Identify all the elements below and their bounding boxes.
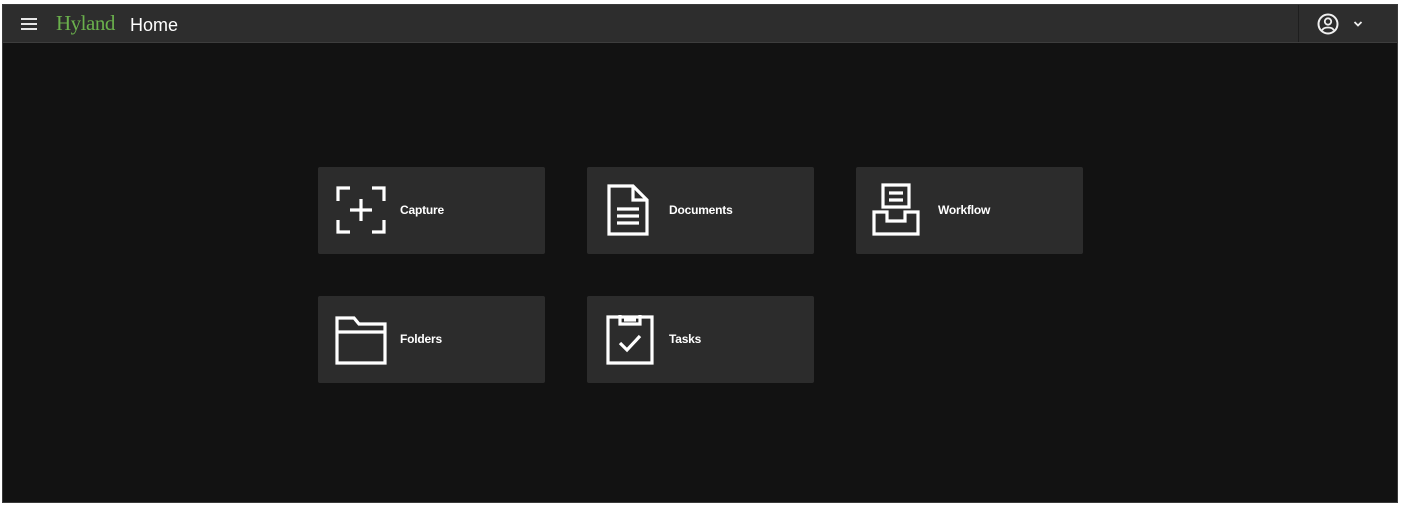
tile-label: Folders (400, 332, 442, 346)
tile-label: Tasks (669, 332, 702, 346)
page-title: Home (130, 15, 179, 35)
chevron-down-icon (1353, 21, 1363, 27)
tile-documents[interactable]: Documents (587, 167, 814, 254)
app-window: Hyland Home Capture Documents Workflow F… (2, 4, 1398, 503)
tile-label: Workflow (938, 203, 991, 217)
tile-capture[interactable]: Capture (318, 167, 545, 254)
hamburger-icon (21, 18, 37, 30)
user-menu-button[interactable] (1298, 5, 1397, 42)
document-icon (607, 184, 649, 236)
inbox-tray-icon (872, 183, 920, 236)
tile-label: Documents (669, 203, 733, 217)
user-circle-icon (1317, 13, 1339, 35)
top-bar: Hyland Home (3, 5, 1397, 43)
folder-icon (335, 316, 387, 365)
capture-icon (336, 186, 386, 234)
brand-logo[interactable]: Hyland (56, 11, 115, 35)
tile-workflow[interactable]: Workflow (856, 167, 1083, 254)
menu-button[interactable] (17, 14, 41, 34)
tile-label: Capture (400, 203, 444, 217)
clipboard-check-icon (606, 315, 654, 365)
tile-folders[interactable]: Folders (318, 296, 545, 383)
tile-tasks[interactable]: Tasks (587, 296, 814, 383)
